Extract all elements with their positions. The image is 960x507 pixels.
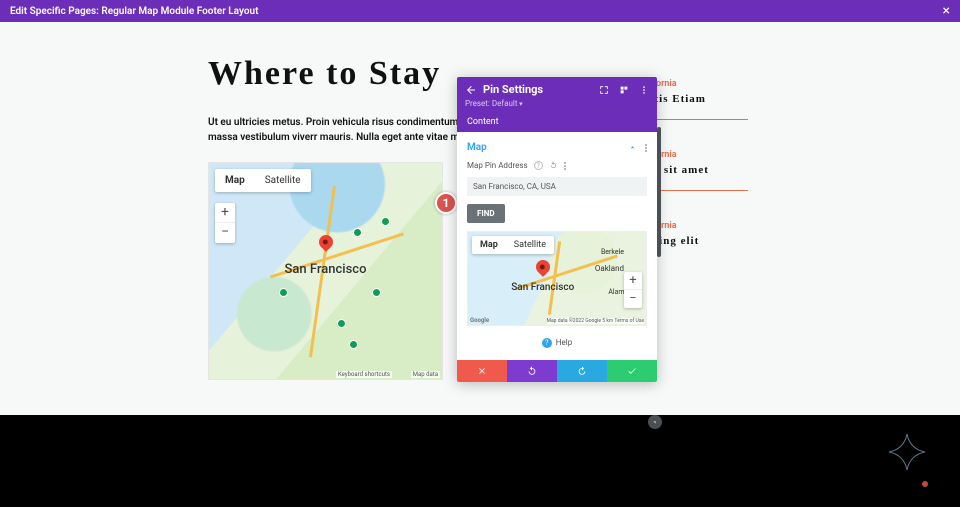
item-title: atis Etiam <box>648 93 768 105</box>
panel-title: Pin Settings <box>483 83 543 96</box>
decorative-diamond-icon <box>887 432 927 472</box>
help-link[interactable]: ?Help <box>467 326 647 354</box>
divider <box>648 190 748 191</box>
zoom-in-button[interactable]: + <box>215 203 235 223</box>
group-kebab-icon[interactable] <box>645 144 647 152</box>
map-tab-map[interactable]: Map <box>472 236 506 254</box>
snap-icon[interactable] <box>619 85 629 95</box>
map-city-label: San Francisco <box>285 262 367 277</box>
map-attribution: Map data ©2022 Google 5 km Terms of Use <box>547 318 644 324</box>
item-category: lifornia <box>648 150 768 160</box>
item-title: or sit amet <box>648 164 768 176</box>
map-poi-label: Oakland <box>595 264 624 273</box>
scrollbar-thumb[interactable] <box>657 127 661 257</box>
list-item[interactable]: lifornia or sit amet <box>648 150 768 191</box>
keyboard-shortcuts-link[interactable]: Keyboard shortcuts <box>336 371 392 378</box>
zoom-out-button[interactable]: − <box>624 290 642 308</box>
panel-actions <box>457 360 657 382</box>
map-attribution: Map data <box>411 371 440 378</box>
divider <box>648 119 748 120</box>
map-type-switch: Map Satellite <box>472 236 554 254</box>
map-preview[interactable]: Map Satellite + − San Francisco Berkele … <box>467 231 647 326</box>
item-title: scing elit <box>648 235 768 247</box>
top-bar: Edit Specific Pages: Regular Map Module … <box>0 0 960 22</box>
map-tab-map[interactable]: Map <box>215 169 255 192</box>
chevron-up-icon[interactable] <box>628 143 637 152</box>
address-input[interactable] <box>467 177 647 196</box>
collapse-button[interactable] <box>648 415 662 429</box>
annotation-badge-1: 1 <box>435 192 457 214</box>
field-label: Map Pin Address <box>467 161 528 170</box>
sidebar-list: lifornia atis Etiam lifornia or sit amet… <box>648 79 768 277</box>
zoom-control: + − <box>215 203 235 243</box>
map-type-switch: Map Satellite <box>215 169 311 192</box>
panel-header[interactable]: Pin Settings Preset: Default <box>457 77 657 112</box>
item-category: lifornia <box>648 221 768 231</box>
preset-dropdown[interactable]: Preset: Default <box>465 99 649 108</box>
decorative-dot <box>922 481 928 487</box>
cancel-button[interactable] <box>457 360 507 382</box>
help-icon: ? <box>542 338 552 348</box>
map-tab-satellite[interactable]: Satellite <box>506 236 554 254</box>
back-arrow-icon[interactable] <box>465 84 477 96</box>
zoom-control: + − <box>624 272 642 308</box>
top-bar-title: Edit Specific Pages: Regular Map Module … <box>10 6 258 17</box>
redo-button[interactable] <box>557 360 607 382</box>
list-item[interactable]: lifornia scing elit <box>648 221 768 247</box>
map-large[interactable]: Map Satellite + − San Francisco Keyboard… <box>208 162 443 380</box>
pin-settings-panel: Pin Settings Preset: Default Content Map <box>457 77 657 382</box>
list-item[interactable]: lifornia atis Etiam <box>648 79 768 120</box>
map-poi-label: Berkele <box>601 248 624 256</box>
close-icon[interactable]: × <box>943 3 950 19</box>
map-city-label: San Francisco <box>511 282 574 293</box>
google-logo: Google <box>470 317 489 324</box>
item-category: lifornia <box>648 79 768 89</box>
map-tab-satellite[interactable]: Satellite <box>255 169 311 192</box>
reset-icon[interactable] <box>549 161 558 170</box>
zoom-out-button[interactable]: − <box>215 223 235 243</box>
field-kebab-icon[interactable] <box>564 162 566 170</box>
kebab-icon[interactable] <box>639 85 649 95</box>
tab-content[interactable]: Content <box>457 112 657 132</box>
zoom-in-button[interactable]: + <box>624 272 642 290</box>
save-button[interactable] <box>607 360 657 382</box>
expand-icon[interactable] <box>599 85 609 95</box>
help-icon[interactable]: ? <box>534 161 543 170</box>
page-area: Where to Stay Ut eu ultricies metus. Pro… <box>0 22 960 415</box>
panel-body: Map Map Pin Address ? FIND Map Satellite <box>457 132 657 360</box>
undo-button[interactable] <box>507 360 557 382</box>
find-button[interactable]: FIND <box>467 204 505 223</box>
group-title-map[interactable]: Map <box>467 142 487 153</box>
